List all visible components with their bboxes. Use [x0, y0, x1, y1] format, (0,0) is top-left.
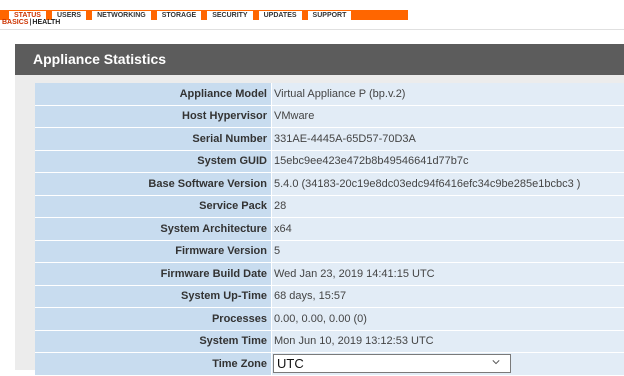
- row-label: Host Hypervisor: [35, 105, 272, 128]
- row-label: Firmware Version: [35, 240, 272, 263]
- subtab-health[interactable]: HEALTH: [32, 19, 60, 26]
- sub-navigation: BASICS|HEALTH: [2, 19, 60, 26]
- table-row: Service Pack 28: [35, 195, 624, 218]
- timezone-label: Time Zone: [35, 353, 272, 376]
- tab-security[interactable]: SECURITY: [205, 10, 253, 20]
- row-value: Wed Jan 23, 2019 14:41:15 UTC: [272, 263, 624, 286]
- row-label: Serial Number: [35, 128, 272, 151]
- table-row: System Architecture x64: [35, 218, 624, 241]
- row-label: Base Software Version: [35, 173, 272, 196]
- tab-storage[interactable]: STORAGE: [154, 10, 202, 20]
- row-value: Virtual Appliance P (bp.v.2): [272, 83, 624, 106]
- appliance-statistics-table: Appliance Model Virtual Appliance P (bp.…: [35, 83, 624, 376]
- tab-networking[interactable]: NETWORKING: [90, 10, 151, 20]
- timezone-cell: UTC: [272, 353, 624, 376]
- timezone-select[interactable]: UTC: [273, 354, 511, 374]
- row-label: Firmware Build Date: [35, 263, 272, 286]
- top-navigation: STATUS USERS NETWORKING STORAGE SECURITY…: [0, 0, 624, 30]
- row-value: Mon Jun 10, 2019 13:12:53 UTC: [272, 330, 624, 353]
- nav-divider: [0, 29, 624, 30]
- table-row: Firmware Build Date Wed Jan 23, 2019 14:…: [35, 263, 624, 286]
- table-row-timezone: Time Zone UTC: [35, 353, 624, 376]
- row-label: Appliance Model: [35, 83, 272, 106]
- row-value: 331AE-4445A-65D57-70D3A: [272, 128, 624, 151]
- table-row: System GUID 15ebc9ee423e472b8b49546641d7…: [35, 150, 624, 173]
- timezone-selected-value: UTC: [277, 356, 304, 372]
- main-tab-bar: STATUS USERS NETWORKING STORAGE SECURITY…: [0, 10, 408, 20]
- row-label: System Time: [35, 330, 272, 353]
- row-label: System Architecture: [35, 218, 272, 241]
- table-row: Processes 0.00, 0.00, 0.00 (0): [35, 308, 624, 331]
- row-label: System Up-Time: [35, 285, 272, 308]
- subtab-basics[interactable]: BASICS: [2, 19, 28, 26]
- table-row: Firmware Version 5: [35, 240, 624, 263]
- row-value: 15ebc9ee423e472b8b49546641d77b7c: [272, 150, 624, 173]
- table-row: Base Software Version 5.4.0 (34183-20c19…: [35, 173, 624, 196]
- row-value: 68 days, 15:57: [272, 285, 624, 308]
- table-row: System Time Mon Jun 10, 2019 13:12:53 UT…: [35, 330, 624, 353]
- tab-updates[interactable]: UPDATES: [256, 10, 302, 20]
- row-label: Processes: [35, 308, 272, 331]
- row-value: x64: [272, 218, 624, 241]
- table-row: Appliance Model Virtual Appliance P (bp.…: [35, 83, 624, 106]
- table-row: System Up-Time 68 days, 15:57: [35, 285, 624, 308]
- table-row: Host Hypervisor VMware: [35, 105, 624, 128]
- row-value: 28: [272, 195, 624, 218]
- row-value: 0.00, 0.00, 0.00 (0): [272, 308, 624, 331]
- row-value: 5.4.0 (34183-20c19e8dc03edc94f6416efc34c…: [272, 173, 624, 196]
- tab-support[interactable]: SUPPORT: [305, 10, 352, 20]
- row-label: System GUID: [35, 150, 272, 173]
- panel-title: Appliance Statistics: [15, 44, 624, 75]
- row-value: 5: [272, 240, 624, 263]
- row-label: Service Pack: [35, 195, 272, 218]
- chevron-down-icon: [492, 360, 500, 365]
- table-row: Serial Number 331AE-4445A-65D57-70D3A: [35, 128, 624, 151]
- row-value: VMware: [272, 105, 624, 128]
